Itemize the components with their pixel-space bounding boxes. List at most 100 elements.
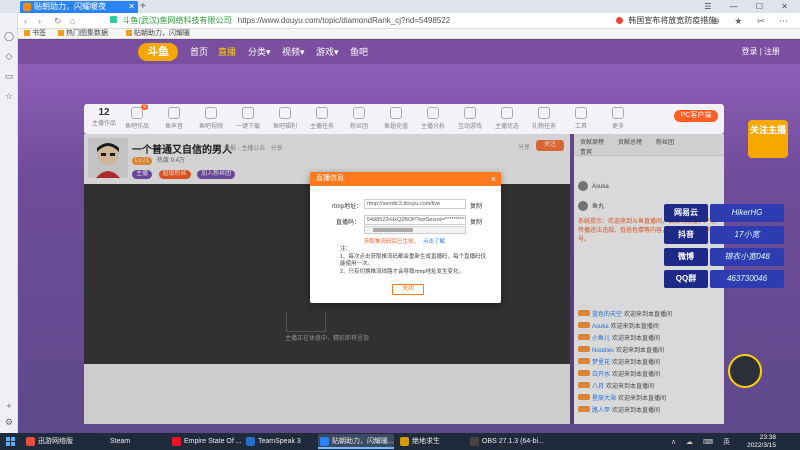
pc-client-button[interactable]: PC客户端 xyxy=(674,110,718,122)
function-label: 互动游戏 xyxy=(457,124,482,130)
room-function-item[interactable]: 粉丝团 xyxy=(346,107,372,130)
folder-icon xyxy=(58,30,64,36)
room-function-item[interactable]: 主播优选 xyxy=(494,107,520,130)
function-label: 鱼吧作品 xyxy=(124,124,149,130)
room-function-item[interactable]: 鱼吧福利 xyxy=(272,107,298,130)
browser-toolbar-icons[interactable]: ⊕ ★ ✂ ⋯ xyxy=(712,13,794,29)
social-row: 网易云 HikerHG xyxy=(664,204,786,224)
streamer-cartoon-icon xyxy=(728,354,762,388)
close-tab-icon[interactable]: ✕ xyxy=(128,1,135,13)
event-poster: 关注主播 xyxy=(748,120,788,158)
nav-live[interactable]: 直播 xyxy=(218,40,236,64)
news-ticker[interactable]: 韩国宣布将放宽防疫措施 xyxy=(616,15,716,27)
learn-more-link[interactable]: 点击了解 xyxy=(423,239,445,245)
function-label: 更多 xyxy=(611,124,624,130)
news-ticker-text: 韩国宣布将放宽防疫措施 xyxy=(628,16,717,25)
nav-fishbar[interactable]: 鱼吧 xyxy=(350,40,368,64)
taskbar-app[interactable]: Steam xyxy=(96,434,130,449)
rtmp-address-field[interactable]: rtmp://sendtc3.douyu.com/live xyxy=(364,199,466,209)
browser-tab-active[interactable]: 贴朝助力，闪耀暖夜 ✕ xyxy=(20,1,138,13)
function-label: 一键下载 xyxy=(235,124,260,130)
site-header: 斗鱼 首页 直播 分类▾ 视频▾ 游戏▾ 鱼吧 登录 | 注册 xyxy=(18,40,800,64)
chat-icon[interactable]: ◯ xyxy=(4,31,14,41)
system-tray[interactable]: ∧ ☁ ⌨ 英 xyxy=(671,437,734,447)
taskbar-clock[interactable]: 23:38 2022/3/15 xyxy=(747,434,776,449)
douyu-favicon-icon xyxy=(126,30,132,36)
function-icon xyxy=(427,107,439,119)
window-controls[interactable]: ☰ — ☐ ✕ xyxy=(704,0,796,13)
social-row: 抖音 17小宽 xyxy=(664,226,786,246)
douyu-logo[interactable]: 斗鱼 xyxy=(138,43,178,61)
forward-button[interactable]: › xyxy=(38,13,41,29)
stream-code-label: 直播码： xyxy=(336,220,361,226)
taskbar-app[interactable]: TeamSpeak 3 xyxy=(244,434,301,449)
room-function-item[interactable]: 一键下载 xyxy=(235,107,261,130)
function-icon xyxy=(390,107,402,119)
nav-category[interactable]: 分类▾ xyxy=(248,40,271,64)
function-icon xyxy=(575,107,587,119)
taskbar-app[interactable]: 绝地求生 xyxy=(398,434,440,449)
browser-tab-title: 贴朝助力，闪耀暖夜 xyxy=(34,2,106,11)
dialog-title: 直播信息 xyxy=(310,172,501,186)
room-function-item[interactable]: 更多 xyxy=(605,107,631,130)
settings-icon[interactable]: ⚙ xyxy=(4,417,14,427)
new-tab-button[interactable]: + xyxy=(140,0,146,13)
room-function-item[interactable]: 鱼翅充值 xyxy=(383,107,409,130)
star-icon[interactable]: ☆ xyxy=(4,91,14,101)
room-function-item[interactable]: 主播任务 xyxy=(309,107,335,130)
function-label: 主播分析 xyxy=(420,124,445,130)
bookmark-item[interactable]: 贴朝助力，闪耀暖 xyxy=(126,29,190,39)
function-icon xyxy=(538,107,550,119)
room-function-item[interactable]: 礼物任务 xyxy=(531,107,557,130)
room-function-item[interactable]: 鱼吧视频 xyxy=(198,107,224,130)
works-count[interactable]: 12 主播作品 xyxy=(92,107,116,127)
home-button[interactable]: ⌂ xyxy=(70,13,75,29)
notification-badge: 9 xyxy=(141,104,148,110)
close-icon[interactable]: × xyxy=(491,172,496,186)
star-icon xyxy=(24,30,30,36)
function-icon xyxy=(316,107,328,119)
taskbar-app[interactable]: 迅游网络版 xyxy=(24,434,73,449)
douyu-favicon-icon xyxy=(23,3,31,11)
bookmark-item[interactable]: 热门图集数据 xyxy=(58,29,108,39)
room-function-item[interactable]: 工具 xyxy=(568,107,594,130)
taskbar-app[interactable]: Empire State Of ... xyxy=(170,434,242,449)
function-label: 鱼吧视频 xyxy=(198,124,223,130)
room-function-item[interactable]: 主播分析 xyxy=(420,107,446,130)
function-label: 礼物任务 xyxy=(531,124,556,130)
room-function-item[interactable]: 互动游戏 xyxy=(457,107,483,130)
windows-start-icon[interactable] xyxy=(6,437,15,446)
scroll-thumb[interactable] xyxy=(373,228,413,232)
back-button[interactable]: ‹ xyxy=(24,13,27,29)
function-icon xyxy=(464,107,476,119)
bookmarks-bar: 书签 热门图集数据 贴朝助力，闪耀暖 xyxy=(18,29,800,39)
address-bar: ‹ › ↻ ⌂ 斗鱼(武汉)鱼网络科技有限公司 https://www.douy… xyxy=(18,13,800,29)
copy-code-button[interactable]: 复制 xyxy=(470,217,482,226)
login-register-link[interactable]: 登录 | 注册 xyxy=(741,46,780,57)
function-icon xyxy=(501,107,513,119)
function-icon xyxy=(612,107,624,119)
function-icon xyxy=(353,107,365,119)
add-icon[interactable]: + xyxy=(4,401,14,411)
nav-home[interactable]: 首页 xyxy=(190,40,208,64)
url-input[interactable]: 斗鱼(武汉)鱼网络科技有限公司 https://www.douyu.com/to… xyxy=(110,15,590,27)
refresh-button[interactable]: ↻ xyxy=(54,13,62,29)
taskbar-app[interactable]: 贴朝助力，闪耀暖... xyxy=(318,434,394,449)
nav-games[interactable]: 游戏▾ xyxy=(316,40,339,64)
function-label: 鱼翅充值 xyxy=(383,124,408,130)
stream-code-field[interactable]: 5498522rHxQ2BOP?wsSecret=********** xyxy=(364,215,466,225)
taskbar-app[interactable]: OBS 27.1.3 (64-bi... xyxy=(468,434,544,449)
nav-video[interactable]: 视频▾ xyxy=(282,40,305,64)
code-scrollbar[interactable] xyxy=(364,226,466,234)
bookmark-item[interactable]: 书签 xyxy=(24,29,46,39)
room-function-strip: 12 主播作品 鱼吧作品 9 鱼声音 鱼吧视频 一键下载 鱼吧福利 主播任务 粉丝团 鱼翅充值 主… xyxy=(84,104,724,134)
function-label: 工具 xyxy=(574,124,587,130)
rtmp-label: rtmp地址： xyxy=(332,204,363,210)
room-function-item[interactable]: 鱼声音 xyxy=(161,107,187,130)
close-button[interactable]: 关闭 xyxy=(392,284,424,295)
copy-rtmp-button[interactable]: 复制 xyxy=(470,201,482,210)
room-function-item[interactable]: 鱼吧作品 9 xyxy=(124,104,150,130)
bookmark-icon[interactable]: ◇ xyxy=(4,51,14,61)
reader-icon[interactable]: ▭ xyxy=(4,71,14,81)
function-label: 鱼吧福利 xyxy=(272,124,297,130)
